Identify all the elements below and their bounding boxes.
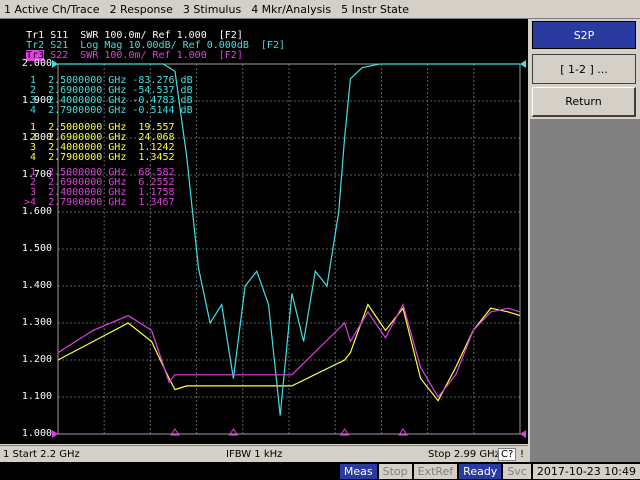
y-tick: 1.200 (21, 354, 52, 365)
mk-freq: 2.7900000 GHz (48, 105, 127, 116)
if-bandwidth[interactable]: IFBW 1 kHz (226, 449, 282, 460)
marker-readout-tr3-4: >4 2.7900000 GHz 1.3467 (24, 198, 175, 208)
marker-readout-tr1-4: 4 2.7900000 GHz 1.3452 (30, 153, 175, 163)
menu-instr-state[interactable]: 5 Instr State (337, 3, 413, 16)
y-tick: 1.400 (21, 280, 52, 291)
correction-flag: C? (498, 447, 517, 461)
ref-arrow-right (520, 60, 526, 68)
softkey-return-button[interactable]: Return (532, 87, 636, 117)
mk-freq: 2.7900000 GHz (48, 197, 127, 208)
menu-active-ch-trace[interactable]: 1 Active Ch/Trace (0, 3, 104, 16)
softkey-panel: S2P [ 1-2 ] ... Return (530, 19, 640, 463)
status-extref: ExtRef (413, 463, 458, 479)
mk-n: >4 (24, 197, 37, 208)
status-datetime: 2017-10-23 10:49 (532, 463, 640, 479)
menu-mkr-analysis[interactable]: 4 Mkr/Analysis (247, 3, 335, 16)
y-tick: 1.300 (21, 317, 52, 328)
softkey-port-select[interactable]: [ 1-2 ] ... (532, 54, 636, 84)
ref-arrow-left-bottom (52, 430, 58, 438)
channel-status-line: 1 Start 2.2 GHz IFBW 1 kHz Stop 2.99 GHz… (0, 445, 528, 462)
y-tick: 1.100 (21, 391, 52, 402)
softkey-title-s2p[interactable]: S2P (532, 21, 636, 49)
mk-n: 4 (30, 152, 37, 163)
stop-frequency[interactable]: Stop 2.99 GHz (428, 449, 500, 460)
mk-freq: 2.7900000 GHz (48, 152, 127, 163)
mk-n: 4 (30, 105, 37, 116)
status-svc: Svc (503, 463, 531, 479)
mk-val: 1.3452 (138, 152, 175, 163)
menu-response[interactable]: 2 Response (106, 3, 177, 16)
status-ready: Ready (459, 463, 502, 479)
y-tick: 1.500 (21, 243, 52, 254)
warning-indicator: ! (520, 448, 525, 460)
y-tick: 2.000 (21, 58, 52, 69)
marker-readout-tr2-4: 4 2.7900000 GHz -0.5144 dB (30, 106, 193, 116)
status-meas: Meas (339, 463, 377, 479)
ref-arrow-right-bottom (520, 430, 526, 438)
status-bar: Meas Stop ExtRef Ready Svc 2017-10-23 10… (0, 462, 640, 480)
y-tick: 1.000 (21, 428, 52, 439)
plot-area[interactable]: Tr1 S11 SWR 100.0m/ Ref 1.000 [F2] Tr2 S… (0, 19, 528, 444)
menu-bar: 1 Active Ch/Trace 2 Response 3 Stimulus … (0, 0, 640, 19)
mk-val: -0.5144 dB (132, 105, 193, 116)
softkey-empty-area (530, 119, 640, 463)
start-frequency[interactable]: 1 Start 2.2 GHz (3, 449, 80, 460)
trace-text-tr3: S22 SWR 100.0m/ Ref 1.000 [F2] (50, 50, 243, 61)
status-stop: Stop (378, 463, 412, 479)
mk-val: 1.3467 (138, 197, 175, 208)
menu-stimulus[interactable]: 3 Stimulus (179, 3, 245, 16)
